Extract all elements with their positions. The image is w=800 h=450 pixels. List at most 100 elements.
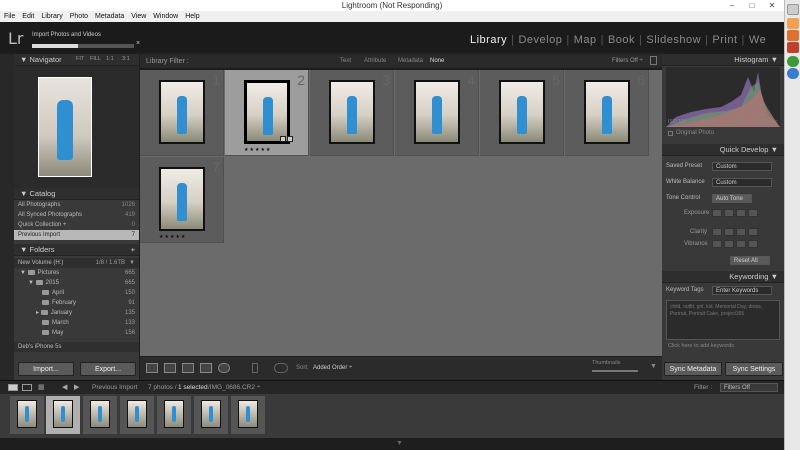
module-web[interactable]: We [749,34,766,46]
menu-library[interactable]: Library [41,11,62,22]
menu-help[interactable]: Help [185,11,199,22]
zoom-3-1[interactable]: 3:1 [122,56,130,62]
quick-develop-header[interactable]: Quick Develop ▼ [662,144,784,156]
lock-icon[interactable] [650,56,657,65]
exposure-up-large[interactable] [748,209,758,217]
cancel-import-icon[interactable]: × [136,40,140,47]
folders-header[interactable]: ▼ Folders + [14,244,139,256]
grid-icon[interactable]: ▦ [38,383,45,391]
app-icon[interactable] [787,42,799,53]
clarity-up-large[interactable] [748,228,758,236]
folder-item[interactable]: February 91 [14,298,139,308]
metadata-badge-icon[interactable] [280,136,286,142]
folder-item[interactable]: April 150 [14,288,139,298]
menu-view[interactable]: View [131,11,146,22]
toolbar-menu-icon[interactable]: ▼ [650,363,657,370]
grid-cell[interactable]: 7 ★★★★★ [140,157,224,243]
survey-view-icon[interactable] [200,363,212,373]
module-slideshow[interactable]: Slideshow [646,34,701,46]
original-photo-checkbox[interactable] [668,131,673,136]
filter-metadata[interactable]: Metadata [398,58,423,64]
module-develop[interactable]: Develop [518,34,562,46]
forward-arrow-icon[interactable]: ▶ [74,383,79,391]
catalog-item[interactable]: Quick Collection + 0 [14,220,139,230]
window-icon[interactable] [787,4,799,15]
volume-dropdown-icon[interactable]: ▼ [129,258,135,268]
histogram-header[interactable]: Histogram ▼ [662,54,784,66]
grid-cell[interactable]: 5 [480,70,564,156]
menu-file[interactable]: File [4,11,15,22]
left-panel-toggle[interactable] [0,54,14,380]
grid-cell[interactable]: 4 [395,70,479,156]
folder-item[interactable]: ▼ Pictures 665 [14,268,139,278]
folder-item[interactable]: ▼ 2015 665 [14,278,139,288]
volume-row[interactable]: New Volume (H:) 1/8 / 1.6TB ▼ [14,258,139,268]
folder-item[interactable]: May 156 [14,328,139,338]
filmstrip-thumb[interactable] [194,396,228,434]
filmstrip-toggle[interactable]: ▼ [0,438,784,450]
catalog-header[interactable]: ▼ Catalog [14,188,139,200]
vibrance-up-large[interactable] [748,240,758,248]
grid-cell[interactable]: 6 [565,70,649,156]
clarity-up[interactable] [736,228,746,236]
exposure-up[interactable] [736,209,746,217]
vibrance-up[interactable] [736,240,746,248]
folder-item[interactable]: ▸ January 135 [14,308,139,318]
module-map[interactable]: Map [574,34,597,46]
sync-metadata-button[interactable]: Sync Metadata [664,362,722,376]
menu-metadata[interactable]: Metadata [95,11,124,22]
sync-settings-button[interactable]: Sync Settings [725,362,783,376]
add-keywords-hint[interactable]: Click here to add keywords [668,343,734,349]
maximize-icon[interactable]: □ [744,0,760,11]
zoom-fill[interactable]: FILL [90,56,101,62]
white-balance-dropdown[interactable]: Custom [712,178,772,187]
filmstrip-thumb[interactable] [83,396,117,434]
orange-app-icon[interactable] [787,18,799,29]
green-app-icon[interactable] [787,56,799,67]
back-arrow-icon[interactable]: ◀ [62,383,67,391]
loupe-view-icon[interactable] [164,363,176,373]
filter-dropdown[interactable]: Filters Off [720,383,778,392]
export-button[interactable]: Export... [80,362,136,376]
exposure-down[interactable] [724,209,734,217]
grid-view-icon[interactable] [146,363,158,373]
filmstrip-thumb[interactable] [231,396,265,434]
filmstrip-thumb[interactable] [120,396,154,434]
sort-dropdown[interactable]: Added Order ÷ [313,365,352,371]
filters-off-dropdown[interactable]: Filters Off ÷ [612,58,643,64]
vibrance-down-large[interactable] [712,240,722,248]
sort-direction-icon[interactable] [274,363,288,373]
thumbnail-size-slider[interactable] [592,370,638,372]
module-print[interactable]: Print [712,34,737,46]
catalog-item[interactable]: All Photographs 1026 [14,200,139,210]
import-button[interactable]: Import... [18,362,74,376]
grid-cell[interactable]: 3 [310,70,394,156]
filmstrip-thumb[interactable] [157,396,191,434]
people-view-icon[interactable] [218,363,230,373]
exposure-down-large[interactable] [712,209,722,217]
device-row[interactable]: Deb's iPhone 5s [14,342,139,352]
main-window-icon[interactable] [8,384,18,391]
collapse-arrow-icon[interactable]: ▼ [396,440,403,447]
menu-photo[interactable]: Photo [70,11,88,22]
blue-app-icon[interactable] [787,68,799,79]
zoom-1-1[interactable]: 1:1 [106,56,114,62]
auto-tone-button[interactable]: Auto Tone [712,194,752,203]
filmstrip-source[interactable]: Previous Import [92,384,138,391]
filter-none[interactable]: None [430,58,444,64]
painter-icon[interactable] [252,363,258,373]
compare-view-icon[interactable] [182,363,194,373]
catalog-item[interactable]: All Synced Photographs 419 [14,210,139,220]
module-library[interactable]: Library [470,34,507,46]
menu-edit[interactable]: Edit [22,11,34,22]
grid-cell[interactable]: 1 [140,70,224,156]
edit-badge-icon[interactable] [287,136,293,142]
keywords-textarea[interactable]: child, outfit, girl, kid, Memorial Day, … [666,300,780,340]
keywording-header[interactable]: Keywording ▼ [662,271,784,283]
navigator-preview[interactable] [14,66,139,194]
filter-text[interactable]: Text [340,58,351,64]
catalog-item-selected[interactable]: Previous Import 7 [14,230,139,240]
close-icon[interactable]: ✕ [764,0,780,11]
clarity-down-large[interactable] [712,228,722,236]
vibrance-down[interactable] [724,240,734,248]
